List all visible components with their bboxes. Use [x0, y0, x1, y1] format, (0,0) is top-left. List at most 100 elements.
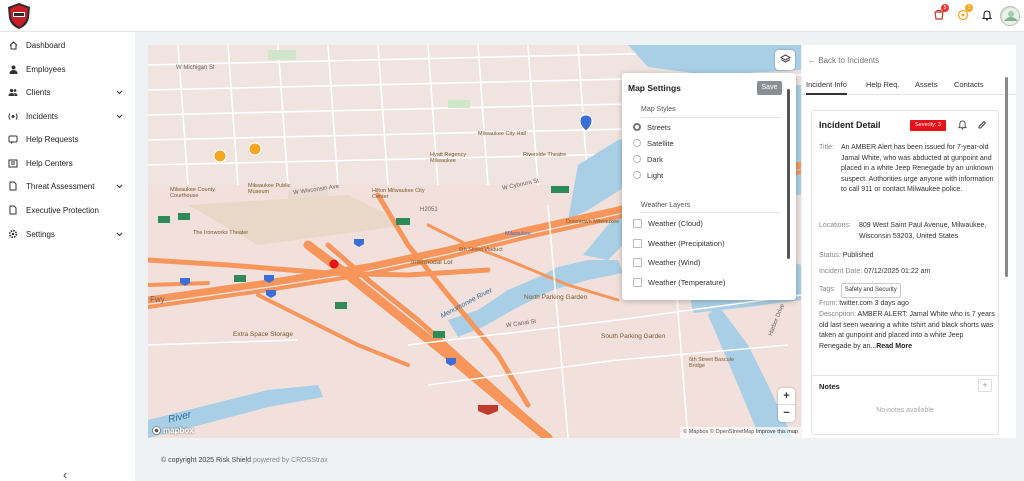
map-settings-title: Map Settings [628, 83, 681, 93]
sidebar-item-threat-assessment[interactable]: Threat Assessment [0, 175, 135, 197]
save-button[interactable]: Save [757, 81, 782, 95]
copyright-text: © copyright 2025 Risk Shield [161, 457, 251, 464]
map-label-h2051: H2051 [420, 207, 438, 213]
map-attribution: © Mapbox © OpenStreetMap Improve this ma… [680, 427, 801, 438]
user-avatar[interactable] [1000, 6, 1020, 26]
incident-date-value: 07/12/2025 01:22 am [864, 268, 931, 275]
checkbox[interactable] [633, 277, 642, 287]
bell-icon[interactable] [957, 120, 968, 132]
sidebar-item-employees[interactable]: Employees [0, 58, 135, 80]
risk-shield-logo[interactable] [7, 2, 31, 30]
chevron-down-icon [116, 88, 123, 97]
radio-dark[interactable]: Dark [633, 152, 663, 166]
map-label-downtown: Downtown Milwaukee [566, 219, 620, 225]
read-more-link[interactable]: Read More [876, 343, 912, 350]
notes-empty-message: No notes available [876, 407, 934, 414]
tab-help-requests[interactable]: Help Req. [866, 80, 899, 89]
alerts-icon[interactable]: 5 [928, 4, 950, 26]
map-layers-button[interactable] [775, 50, 795, 70]
chevron-down-icon [116, 230, 123, 239]
radio-button[interactable] [633, 139, 641, 147]
radio-satellite[interactable]: Satellite [633, 136, 674, 150]
panel-scrollbar[interactable] [1005, 77, 1008, 277]
sidebar-item-help-requests[interactable]: Help Requests [0, 128, 135, 150]
incident-source-value[interactable]: twitter.com [839, 300, 872, 307]
sidebar-item-executive-protection[interactable]: Executive Protection [0, 199, 135, 221]
mapbox-logo: mapbox [152, 426, 194, 435]
sidebar-item-settings[interactable]: Settings [0, 223, 135, 245]
map-label-ironworks: The Ironworks Theater [193, 230, 249, 236]
add-note-button[interactable]: + [978, 379, 992, 392]
help-requests-icon[interactable]: 1 [952, 4, 974, 26]
chevron-left-icon: ‹ [63, 468, 67, 481]
document-icon [0, 181, 26, 191]
map-label-viaduct: 6th Street Viaduct [459, 247, 503, 253]
checkbox-weather-cloud[interactable]: Weather (Cloud) [633, 216, 703, 230]
sidebar-item-label: Help Centers [26, 158, 73, 168]
mapbox-copyright-link[interactable]: © Mapbox [683, 429, 708, 435]
sidebar-item-label: Incidents [26, 111, 59, 121]
sidebar-item-dashboard[interactable]: Dashboard [0, 34, 135, 56]
top-bar: 5 1 [0, 0, 1024, 32]
sidebar-item-label: Help Requests [26, 134, 79, 144]
chevron-down-icon [116, 112, 123, 121]
checkbox[interactable] [633, 257, 642, 267]
incident-detail-title: Incident Detail [819, 120, 881, 130]
help-requests-badge: 1 [965, 4, 973, 12]
map-styles-heading: Map Styles [641, 106, 676, 113]
radio-button[interactable] [633, 171, 641, 179]
checkbox[interactable] [633, 238, 642, 248]
map-label-fwy: Fwy [150, 295, 165, 304]
sidebar-item-help-centers[interactable]: Help Centers [0, 152, 135, 174]
user-icon [0, 65, 26, 74]
radio-button[interactable] [633, 155, 641, 163]
incident-detail-card: Incident Detail Severity: 3 Title: An AM… [811, 110, 999, 380]
incident-title-field: Title: An AMBER Alert has been issued fo… [819, 143, 995, 193]
sidebar-item-incidents[interactable]: Incidents [0, 105, 135, 127]
radio-button[interactable] [633, 123, 641, 131]
checkbox[interactable] [633, 218, 642, 228]
radio-streets[interactable]: Streets [633, 120, 671, 134]
incident-date-field: Incident Date: 07/12/2025 01:22 am [819, 268, 931, 275]
back-to-incidents-link[interactable]: ← Back to Incidents [808, 56, 879, 65]
zoom-control: + − [778, 388, 795, 422]
sidebar-collapse-button[interactable]: ‹ [58, 468, 72, 481]
tab-assets[interactable]: Assets [915, 80, 938, 89]
divider [641, 212, 781, 213]
tab-contacts[interactable]: Contacts [954, 80, 984, 89]
map-label-north-parking: North Parking Garden [524, 294, 588, 301]
incidents-icon [0, 112, 26, 121]
checkbox-weather-temperature[interactable]: Weather (Temperature) [633, 275, 725, 289]
incident-tags-field: Tags: Safety and Security [819, 283, 901, 298]
radio-light[interactable]: Light [633, 168, 663, 182]
notes-card: Notes + No notes available [811, 375, 999, 435]
powered-by-text: powered by CROSStrax [252, 457, 328, 464]
zoom-out-button[interactable]: − [778, 405, 795, 422]
footer: © copyright 2025 Risk Shield powered by … [161, 457, 328, 464]
incident-status-field: Status: Published [819, 252, 874, 259]
map-label-city-hall: Milwaukee City Hall [478, 131, 526, 137]
chevron-down-icon [116, 182, 123, 191]
incident-location-value: 809 West Saint Paul Avenue, Milwaukee, W… [859, 222, 987, 240]
settings-scrollbar[interactable] [787, 89, 790, 259]
incident-panel: ← Back to Incidents Incident Info Help R… [802, 45, 1016, 438]
layers-icon [779, 53, 791, 67]
incident-description-field: Description: AMBER ALERT: Jamal White wh… [819, 311, 995, 350]
zoom-in-button[interactable]: + [778, 388, 795, 405]
tag-chip[interactable]: Safety and Security [840, 283, 901, 298]
checkbox-weather-precipitation[interactable]: Weather (Precipitation) [633, 236, 725, 250]
map-label-south-parking: South Parking Garden [601, 333, 666, 340]
improve-map-link[interactable]: Improve this map [756, 429, 798, 435]
tab-incident-info[interactable]: Incident Info [806, 80, 847, 95]
checkbox-weather-wind[interactable]: Weather (Wind) [633, 255, 700, 269]
help-center-icon [0, 159, 26, 168]
map-settings-panel: Map Settings Save Map Styles Streets Sat… [622, 73, 796, 300]
osm-link[interactable]: © OpenStreetMap [710, 429, 754, 435]
sidebar-item-clients[interactable]: Clients [0, 81, 135, 103]
arrow-left-icon: ← [808, 56, 816, 65]
weather-layers-heading: Weather Layers [641, 202, 691, 209]
sidebar-item-label: Dashboard [26, 40, 66, 50]
bell-icon[interactable] [976, 4, 998, 26]
edit-icon[interactable] [978, 120, 987, 131]
incident-source-field: From: twitter.com 3 days ago [819, 300, 909, 307]
